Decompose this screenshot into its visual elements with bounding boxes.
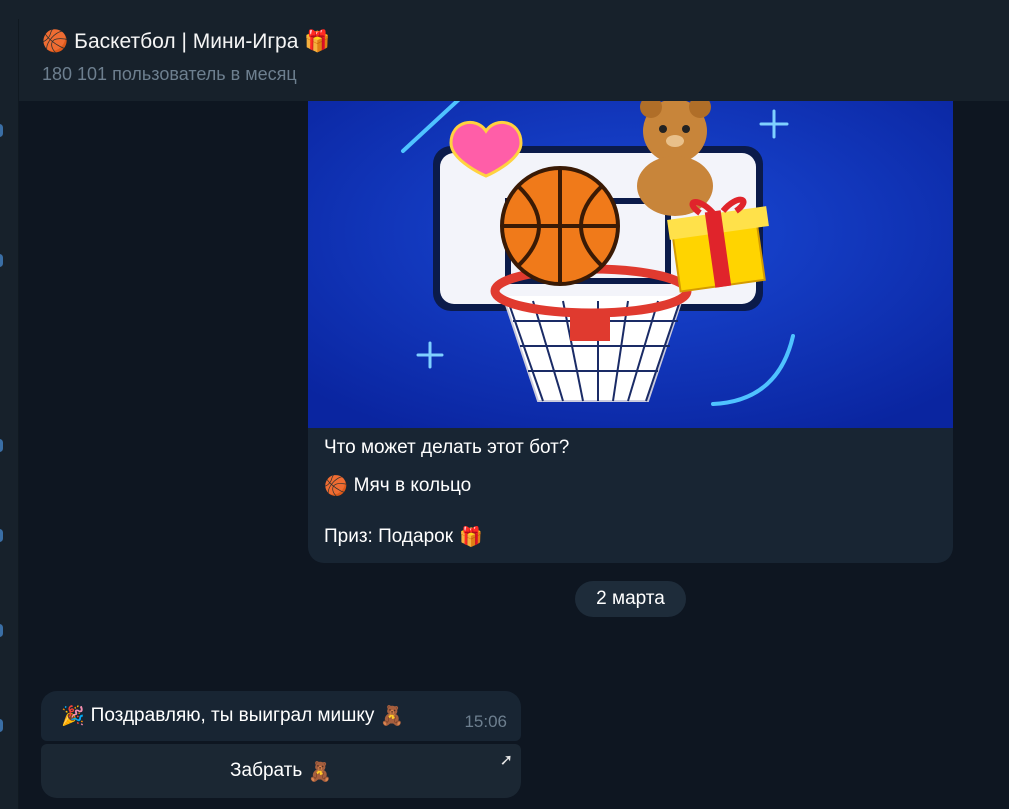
bot-prize-line: Приз: Подарок 🎁 [324,525,483,549]
bot-cover-image [308,101,953,428]
basketball-icon: 🏀 [42,29,69,53]
chat-title[interactable]: 🏀 Баскетбол | Мини-Игра 🎁 [42,29,331,54]
unread-indicator [0,624,3,637]
unread-indicator [0,439,3,452]
bot-feature-text: Мяч в кольцо [353,474,472,496]
gift-icon: 🎁 [459,526,483,548]
claim-button-label: Забрать [230,760,303,781]
date-separator: 2 марта [575,581,686,617]
unread-indicator [0,719,3,732]
chat-subtitle: 180 101 пользователь в месяц [42,64,297,84]
message-bubble[interactable]: 🎉 Поздравляю, ты выиграл мишку 🧸 15:06 [41,691,521,741]
chat-list-sidebar-edge[interactable] [0,19,19,809]
message-text-row: 🎉 Поздравляю, ты выиграл мишку 🧸 [61,704,405,728]
bot-intro-card: Что может делать этот бот? 🏀 Мяч в кольц… [308,101,953,563]
teddy-bear-icon: 🧸 [308,760,332,783]
window-top-strip [0,0,1009,19]
message-timestamp: 15:06 [464,712,507,731]
teddy-bear-icon: 🧸 [380,705,405,727]
chat-title-text: Баскетбол | Мини-Игра [74,29,299,53]
unread-indicator [0,529,3,542]
gift-icon: 🎁 [304,29,331,53]
bot-prize-text: Приз: Подарок [324,525,454,547]
basketball-icon: 🏀 [324,475,348,497]
bot-feature-line: 🏀 Мяч в кольцо [324,474,472,498]
party-popper-icon: 🎉 [61,705,85,727]
chat-header[interactable]: 🏀 Баскетбол | Мини-Игра 🎁 180 101 пользо… [19,19,1009,101]
basketball-hoop-illustration [308,101,953,428]
claim-button[interactable]: Забрать 🧸 ➚ [41,744,521,798]
unread-indicator [0,124,3,137]
external-link-arrow-icon: ➚ [499,752,513,769]
message-text: Поздравляю, ты выиграл мишку [90,704,375,726]
unread-indicator [0,254,3,267]
bot-description-heading: Что может делать этот бот? [324,437,570,458]
